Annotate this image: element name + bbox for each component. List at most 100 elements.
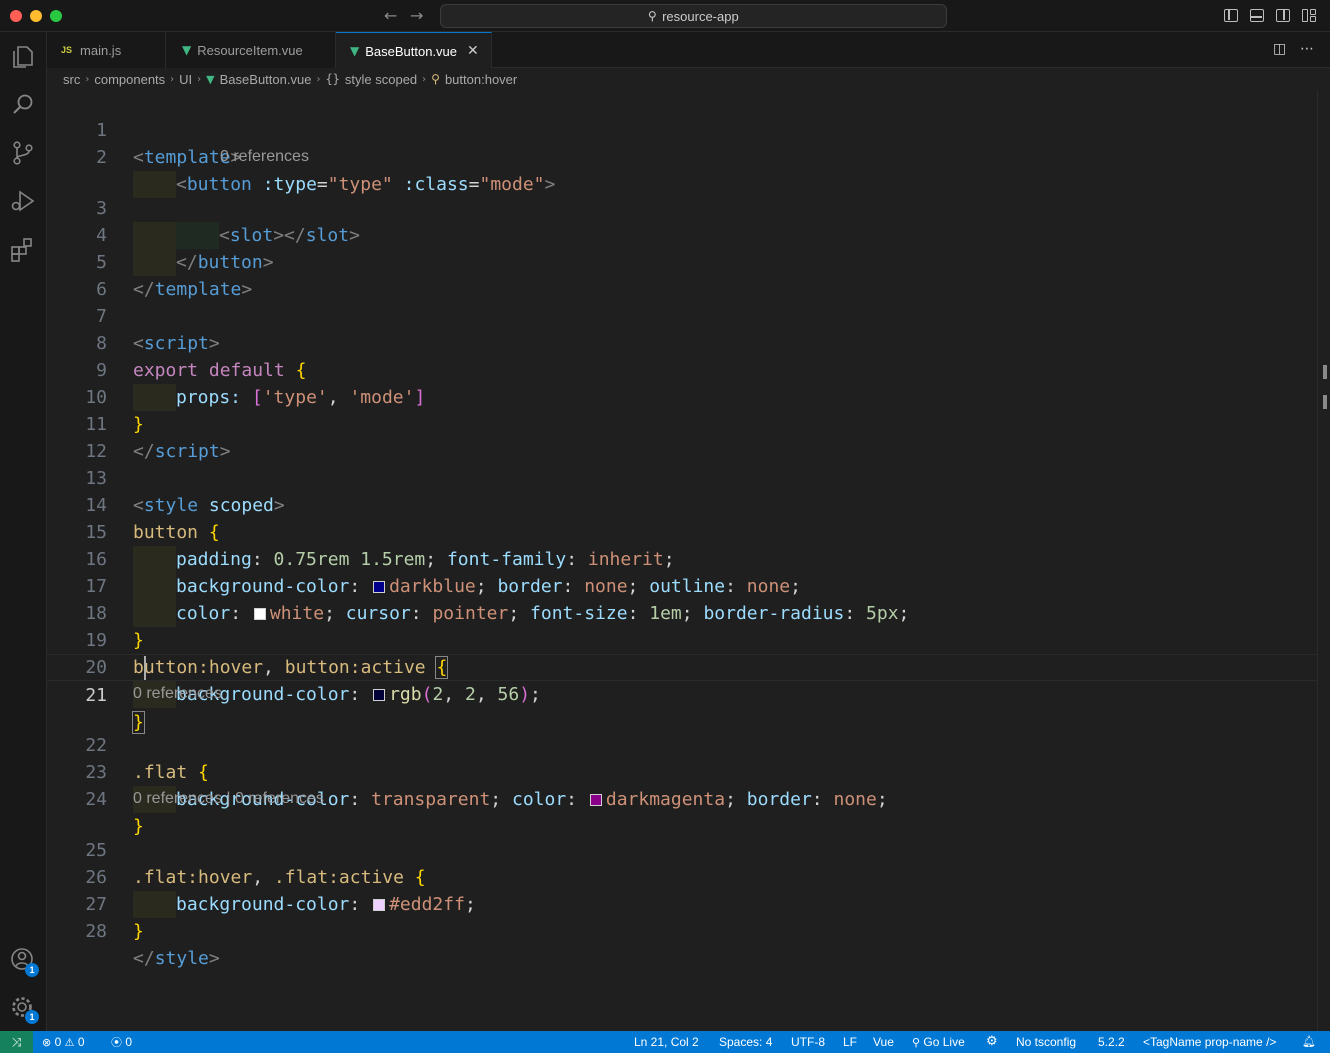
- breadcrumb-item[interactable]: button:hover: [445, 72, 517, 87]
- typescript-version[interactable]: 5.2.2: [1098, 1031, 1125, 1053]
- title-bar: ← → ⚲ resource-app: [0, 0, 1330, 32]
- tab-label: ResourceItem.vue: [197, 42, 303, 58]
- text-cursor: [144, 656, 146, 680]
- code-editor[interactable]: 1 <template> 2 <button :type="type" :cla…: [47, 90, 1317, 1031]
- breadcrumb-item[interactable]: src: [63, 72, 80, 87]
- run-debug-icon[interactable]: [8, 186, 38, 216]
- overview-ruler-mark: [1323, 395, 1327, 409]
- search-icon[interactable]: [8, 90, 38, 120]
- code-line: 6: [47, 249, 1317, 300]
- bell-icon[interactable]: 🔔︎: [1302, 1031, 1316, 1053]
- code-line: 5 </template>: [47, 222, 1317, 300]
- ports-indicator[interactable]: ⦿ 0: [111, 1031, 132, 1053]
- codelens-references[interactable]: 0 references: [133, 681, 222, 706]
- code-line: 12: [47, 411, 1317, 462]
- overview-ruler-mark: [1323, 365, 1327, 379]
- customize-layout-icon[interactable]: [1302, 9, 1316, 22]
- code-line: 4 </button>: [47, 195, 1317, 276]
- snippet-hint[interactable]: <TagName prop-name />: [1143, 1031, 1276, 1053]
- back-arrow-icon[interactable]: ←: [384, 6, 397, 25]
- gear-icon[interactable]: ⚙: [986, 1031, 998, 1053]
- breadcrumb-item[interactable]: UI: [179, 72, 192, 87]
- toggle-panel-icon[interactable]: [1250, 9, 1264, 22]
- split-editor-icon[interactable]: ◫: [1273, 41, 1286, 57]
- command-center-search[interactable]: ⚲ resource-app: [440, 4, 947, 28]
- extensions-icon[interactable]: [8, 234, 38, 264]
- explorer-icon[interactable]: [8, 42, 38, 72]
- indentation[interactable]: Spaces: 4: [719, 1031, 772, 1053]
- code-line: 2 <button :type="type" :class="mode">: [47, 117, 1317, 198]
- more-actions-icon[interactable]: ⋯: [1300, 41, 1314, 57]
- code-text: </style>: [133, 948, 220, 969]
- code-line: 3 <slot></slot>: [47, 168, 1317, 249]
- remote-indicator-icon[interactable]: ⤨: [0, 1031, 33, 1053]
- chevron-right-icon: ›: [85, 73, 90, 85]
- code-line: 28 </style>: [47, 891, 1317, 969]
- manage-button[interactable]: 1: [0, 990, 47, 1030]
- settings-badge: 1: [25, 1010, 39, 1024]
- problems-indicator[interactable]: ⊗ 0 ⚠ 0: [42, 1031, 85, 1053]
- code-line: 8 export default {: [47, 303, 1317, 381]
- code-text: }: [133, 921, 144, 942]
- encoding[interactable]: UTF-8: [791, 1031, 825, 1053]
- line-number: 2: [96, 147, 107, 168]
- cursor-position[interactable]: Ln 21, Col 2: [634, 1031, 699, 1053]
- color-swatch[interactable]: [373, 689, 386, 701]
- source-control-icon[interactable]: [8, 138, 38, 168]
- code-line: 23 background-color: transparent; color:…: [47, 732, 1317, 813]
- status-bar: ⤨ ⊗ 0 ⚠ 0 ⦿ 0 Ln 21, Col 2 Spaces: 4 UTF…: [0, 1031, 1330, 1053]
- tab-basebutton-vue[interactable]: ▼ BaseButton.vue ✕: [336, 32, 492, 69]
- go-live-button[interactable]: ⚲ Go Live: [912, 1031, 965, 1053]
- search-icon: ⚲: [648, 9, 658, 23]
- tab-label: main.js: [80, 42, 122, 58]
- code-line: 15 padding: 0.75rem 1.5rem; font-family:…: [47, 492, 1317, 573]
- breadcrumb: src › components › UI › ▼ BaseButton.vue…: [47, 68, 1317, 90]
- code-line: 16 background-color: darkblue; border: n…: [47, 519, 1317, 600]
- antenna-icon: ⚲: [912, 1036, 921, 1049]
- warning-icon: ⚠: [64, 1036, 75, 1049]
- code-line-current: 21 }: [47, 654, 1317, 734]
- close-window-button[interactable]: [10, 10, 22, 22]
- breadcrumb-item[interactable]: style scoped: [345, 72, 417, 87]
- breadcrumb-item[interactable]: components: [94, 72, 165, 87]
- codelens-references[interactable]: 0 references | 0 references: [133, 786, 324, 811]
- codelens-references[interactable]: 0 references: [220, 144, 309, 169]
- tab-resourceitem-vue[interactable]: ▼ ResourceItem.vue: [166, 32, 336, 68]
- chevron-right-icon: ›: [316, 73, 321, 85]
- minimize-window-button[interactable]: [30, 10, 42, 22]
- editor-scrollbar[interactable]: [1317, 90, 1330, 1031]
- tsconfig-status[interactable]: No tsconfig: [1016, 1031, 1076, 1053]
- code-line: 27 }: [47, 864, 1317, 942]
- vue-icon: ▼: [182, 43, 192, 57]
- activity-bar: 1 1: [0, 32, 47, 1031]
- editor-tab-bar: JS main.js ▼ ResourceItem.vue ▼ BaseButt…: [47, 32, 1330, 69]
- code-line: 18 }: [47, 573, 1317, 651]
- tab-main-js[interactable]: JS main.js: [47, 32, 166, 68]
- forward-arrow-icon[interactable]: →: [410, 6, 423, 25]
- js-icon: JS: [61, 45, 73, 55]
- code-line: 22 .flat {: [47, 705, 1317, 783]
- end-of-line[interactable]: LF: [843, 1031, 857, 1053]
- code-line: 10 }: [47, 357, 1317, 435]
- tab-label: BaseButton.vue: [365, 43, 458, 59]
- code-line: 24 }: [47, 759, 1317, 837]
- breadcrumb-item[interactable]: BaseButton.vue: [220, 72, 312, 87]
- toggle-secondary-sidebar-icon[interactable]: [1276, 9, 1290, 22]
- toggle-primary-sidebar-icon[interactable]: [1224, 9, 1238, 22]
- accounts-badge: 1: [25, 963, 39, 977]
- zoom-window-button[interactable]: [50, 10, 62, 22]
- code-line: 14 button {: [47, 465, 1317, 543]
- broadcast-icon: ⦿: [111, 1036, 122, 1049]
- close-tab-icon[interactable]: ✕: [467, 43, 479, 59]
- vue-icon: ▼: [350, 44, 360, 58]
- workspace-name: resource-app: [662, 8, 739, 24]
- symbol-key-icon: ⚲: [431, 72, 440, 86]
- color-swatch[interactable]: [589, 794, 602, 806]
- language-mode[interactable]: Vue: [873, 1031, 894, 1053]
- accounts-button[interactable]: 1: [0, 942, 47, 982]
- code-line: 1 <template>: [47, 90, 1317, 168]
- code-line: 17 color: white; cursor: pointer; font-s…: [47, 546, 1317, 627]
- code-line: 13 <style scoped>: [47, 438, 1317, 516]
- code-line: 19 button:hover, button:active {: [47, 600, 1317, 679]
- code-line: 9 props: ['type', 'mode']: [47, 330, 1317, 411]
